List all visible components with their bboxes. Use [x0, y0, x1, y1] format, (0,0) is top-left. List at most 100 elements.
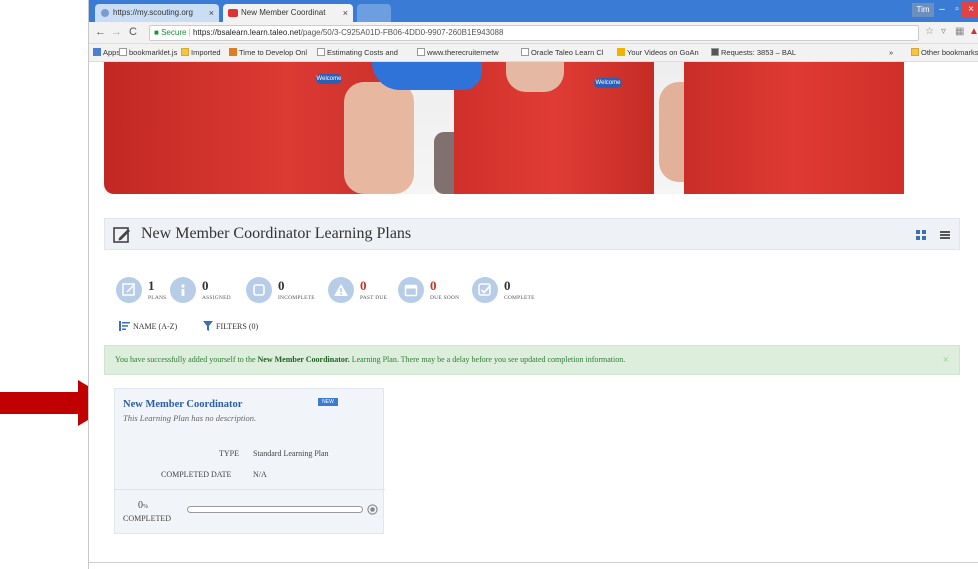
sort-name-button[interactable]: NAME (A-Z)	[119, 320, 177, 334]
extension2-icon[interactable]: ▦	[955, 26, 964, 37]
page-icon	[711, 48, 719, 56]
back-arrow-icon[interactable]: ←	[95, 26, 106, 38]
video-icon	[617, 48, 625, 56]
assigned-circle	[170, 277, 196, 303]
stat-value: 0	[430, 278, 437, 293]
chart-icon	[229, 48, 237, 56]
minimize-icon[interactable]: –	[934, 2, 950, 18]
stat-value: 0	[278, 278, 285, 293]
tab-new-member-coordinator[interactable]: New Member Coordinat ×	[223, 4, 353, 22]
success-alert: You have successfully added yourself to …	[104, 345, 960, 375]
target-icon[interactable]	[367, 504, 378, 515]
warning-icon	[334, 284, 348, 296]
star-icon[interactable]: ☆	[925, 26, 934, 37]
tab-bar: https://my.scouting.org × New Member Coo…	[89, 0, 978, 22]
person-arm-shape	[344, 82, 414, 194]
adobe-icon[interactable]: ▲	[969, 26, 978, 37]
extension-icon[interactable]: ▿	[941, 26, 946, 37]
learning-plan-stats: 1 PLANS 0 ASSIGNED 0 INCOMPLETE 0 PAST D…	[116, 275, 616, 311]
tab-scouting[interactable]: https://my.scouting.org ×	[95, 4, 219, 22]
filters-button[interactable]: FILTERS (0)	[203, 320, 258, 334]
close-tab-icon[interactable]: ×	[209, 4, 214, 22]
bookmark-item[interactable]: Time to Develop Onl	[229, 46, 307, 60]
scouting-favicon-icon	[101, 9, 109, 17]
sort-icon	[119, 321, 130, 331]
stat-label: PAST DUE	[360, 295, 388, 301]
page-icon	[119, 48, 127, 56]
bookmark-item[interactable]: Imported	[181, 46, 221, 60]
stat-label: DUE SOON	[430, 295, 460, 301]
close-tab-icon[interactable]: ×	[343, 4, 348, 22]
learning-plan-title-link[interactable]: New Member Coordinator	[123, 399, 242, 410]
page-title: New Member Coordinator Learning Plans	[141, 225, 412, 242]
plans-circle	[116, 277, 142, 303]
check-icon	[478, 283, 491, 296]
bookmark-item[interactable]: Other bookmarks	[911, 46, 978, 60]
browser-window: https://my.scouting.org × New Member Coo…	[88, 0, 978, 569]
bookmarks-bar: Apps bookmarklet.js Imported Time to Dev…	[89, 44, 978, 62]
bookmark-item[interactable]: www.therecruiternetw	[417, 46, 499, 60]
person-shape	[684, 62, 904, 194]
welcome-badge: Welcome	[316, 74, 342, 84]
tab-label: New Member Coordinat	[241, 8, 326, 17]
bookmark-item[interactable]: Apps	[93, 46, 120, 60]
stat-value: 0	[202, 278, 209, 293]
url-input[interactable]: ■ Secure | https://bsalearn.learn.taleo.…	[149, 25, 919, 41]
card-footer: 0% COMPLETED	[115, 489, 385, 535]
past-due-circle	[328, 277, 354, 303]
completed-date-label: COMPLETED DATE	[161, 470, 232, 479]
page-icon	[417, 48, 425, 56]
forward-arrow-icon[interactable]: →	[111, 26, 122, 38]
edit-icon	[113, 227, 130, 243]
bookmark-item[interactable]: Oracle Taleo Learn Cl	[521, 46, 603, 60]
stat-label: INCOMPLETE	[278, 295, 315, 301]
person-neck-shape	[506, 62, 564, 92]
filter-icon	[203, 321, 213, 331]
incomplete-circle	[246, 277, 272, 303]
list-view-icon[interactable]	[939, 229, 951, 241]
stat-value: 0	[504, 278, 511, 293]
folder-icon	[181, 48, 189, 56]
bookmark-item[interactable]: bookmarklet.js	[119, 46, 177, 60]
stat-label: COMPLETE	[504, 295, 535, 301]
page-icon	[317, 48, 325, 56]
url-path: /page/50/3-C925A01D-FB06-4DD0-9907-260B1…	[300, 28, 504, 37]
stat-value: 1	[148, 278, 155, 293]
learning-plan-card[interactable]: New Member Coordinator NEW This Learning…	[114, 388, 385, 535]
alert-suffix: Learning Plan. There may be a delay befo…	[349, 355, 626, 364]
bookmark-overflow[interactable]: »	[889, 46, 893, 60]
window-close-icon[interactable]: ×	[961, 2, 978, 18]
folder-icon	[911, 48, 919, 56]
address-bar: ← → C ■ Secure | https://bsalearn.learn.…	[89, 22, 978, 44]
page-icon	[521, 48, 529, 56]
lock-icon: ■	[154, 28, 159, 37]
type-value: Standard Learning Plan	[253, 449, 329, 458]
percent-complete: 0%	[138, 500, 148, 511]
stat-value: 0	[360, 278, 367, 293]
new-badge: NEW	[318, 398, 338, 406]
apps-icon	[93, 48, 101, 56]
user-profile-chip[interactable]: Tim	[912, 3, 934, 17]
hero-banner-image: Welcome Welcome	[104, 62, 904, 194]
due-soon-circle	[398, 277, 424, 303]
stat-label: ASSIGNED	[202, 295, 231, 301]
page-header: New Member Coordinator Learning Plans	[104, 218, 960, 250]
new-tab-button[interactable]	[357, 4, 391, 22]
bookmark-item[interactable]: Requests: 3853 – BAL	[711, 46, 796, 60]
alert-plan-name: New Member Coordinator.	[257, 355, 350, 364]
stat-label: PLANS	[148, 295, 167, 301]
bookmark-item[interactable]: Estimating Costs and	[317, 46, 398, 60]
reload-icon[interactable]: C	[129, 26, 137, 38]
close-alert-icon[interactable]: ×	[943, 346, 949, 374]
page-divider	[89, 562, 978, 563]
bookmark-item[interactable]: Your Videos on GoAn	[617, 46, 699, 60]
grid-view-icon[interactable]	[915, 229, 927, 241]
welcome-badge: Welcome	[594, 78, 622, 88]
completed-date-value: N/A	[253, 470, 267, 479]
url-host: https://bsalearn.learn.taleo.net	[192, 28, 301, 37]
blue-shape	[372, 62, 482, 90]
secure-label: Secure	[161, 28, 187, 37]
learning-plan-description: This Learning Plan has no description.	[123, 413, 257, 423]
taleo-favicon-icon	[228, 9, 238, 17]
calendar-icon	[404, 284, 418, 297]
